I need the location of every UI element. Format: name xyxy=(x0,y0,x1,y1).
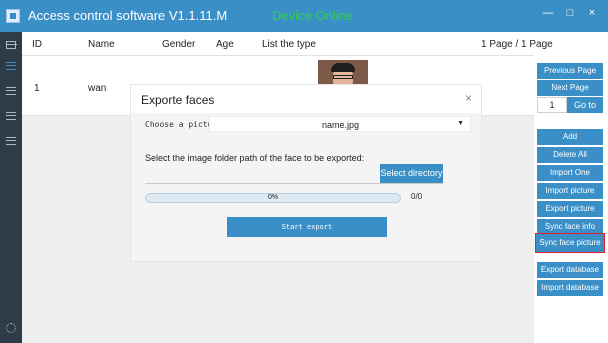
export-count: 0/0 xyxy=(411,192,423,201)
start-export-button[interactable]: Start export xyxy=(227,217,387,237)
export-faces-dialog: Exporte faces × Choose a picture name.jp… xyxy=(130,84,482,262)
column-header-age: Age xyxy=(216,39,234,50)
menu-icon[interactable] xyxy=(6,62,16,70)
close-window-button[interactable]: × xyxy=(583,4,601,22)
import-picture-button[interactable]: Import picture xyxy=(537,183,603,199)
minimize-button[interactable]: — xyxy=(539,4,557,22)
progress-percent: 0% xyxy=(267,194,279,201)
add-button[interactable]: Add xyxy=(537,129,603,145)
app-title: Access control software V1.1.11.M xyxy=(28,8,228,23)
next-page-button[interactable]: Next Page xyxy=(537,80,603,96)
maximize-button[interactable]: □ xyxy=(561,4,579,22)
cell-name: wan xyxy=(88,83,107,94)
device-status: Device Online xyxy=(272,8,353,23)
folder-path-label: Select the image folder path of the face… xyxy=(145,153,365,163)
title-bar: Access control software V1.1.11.M Device… xyxy=(0,0,608,32)
export-database-button[interactable]: Export database xyxy=(537,262,603,278)
dialog-title: Exporte faces xyxy=(141,93,215,107)
export-picture-button[interactable]: Export picture xyxy=(537,201,603,217)
previous-page-button[interactable]: Previous Page xyxy=(537,63,603,79)
dialog-close-button[interactable]: × xyxy=(465,91,472,105)
picture-name-value: name.jpg xyxy=(322,120,360,130)
column-header-name: Name xyxy=(88,39,115,50)
column-header-list-type: List the type xyxy=(262,39,316,50)
import-one-button[interactable]: Import One xyxy=(537,165,603,181)
chevron-down-icon: ▼ xyxy=(457,120,464,127)
cell-id: 1 xyxy=(34,83,40,94)
menu-icon[interactable] xyxy=(6,87,16,95)
page-info: 1 Page / 1 Page xyxy=(481,39,553,50)
go-to-button[interactable]: Go to xyxy=(567,97,603,113)
folder-path-field[interactable] xyxy=(145,183,443,184)
gear-icon[interactable] xyxy=(6,323,16,333)
select-directory-button[interactable]: Select directory xyxy=(380,164,443,183)
delete-all-button[interactable]: Delete All xyxy=(537,147,603,163)
app-icon xyxy=(6,9,20,23)
table-header: ID Name Gender Age List the type xyxy=(22,32,534,56)
sync-face-picture-button[interactable]: Sync face picture xyxy=(535,233,605,253)
column-header-id: ID xyxy=(32,39,42,50)
import-database-button[interactable]: Import database xyxy=(537,280,603,296)
sidebar xyxy=(0,32,22,343)
picture-name-select[interactable]: name.jpg ▼ xyxy=(209,116,471,132)
page-number-input[interactable]: 1 xyxy=(537,97,567,113)
menu-icon[interactable] xyxy=(6,112,16,120)
column-header-gender: Gender xyxy=(162,39,196,50)
menu-icon[interactable] xyxy=(6,137,16,145)
list-icon[interactable] xyxy=(6,41,17,49)
export-progress-bar: 0% xyxy=(145,193,401,203)
